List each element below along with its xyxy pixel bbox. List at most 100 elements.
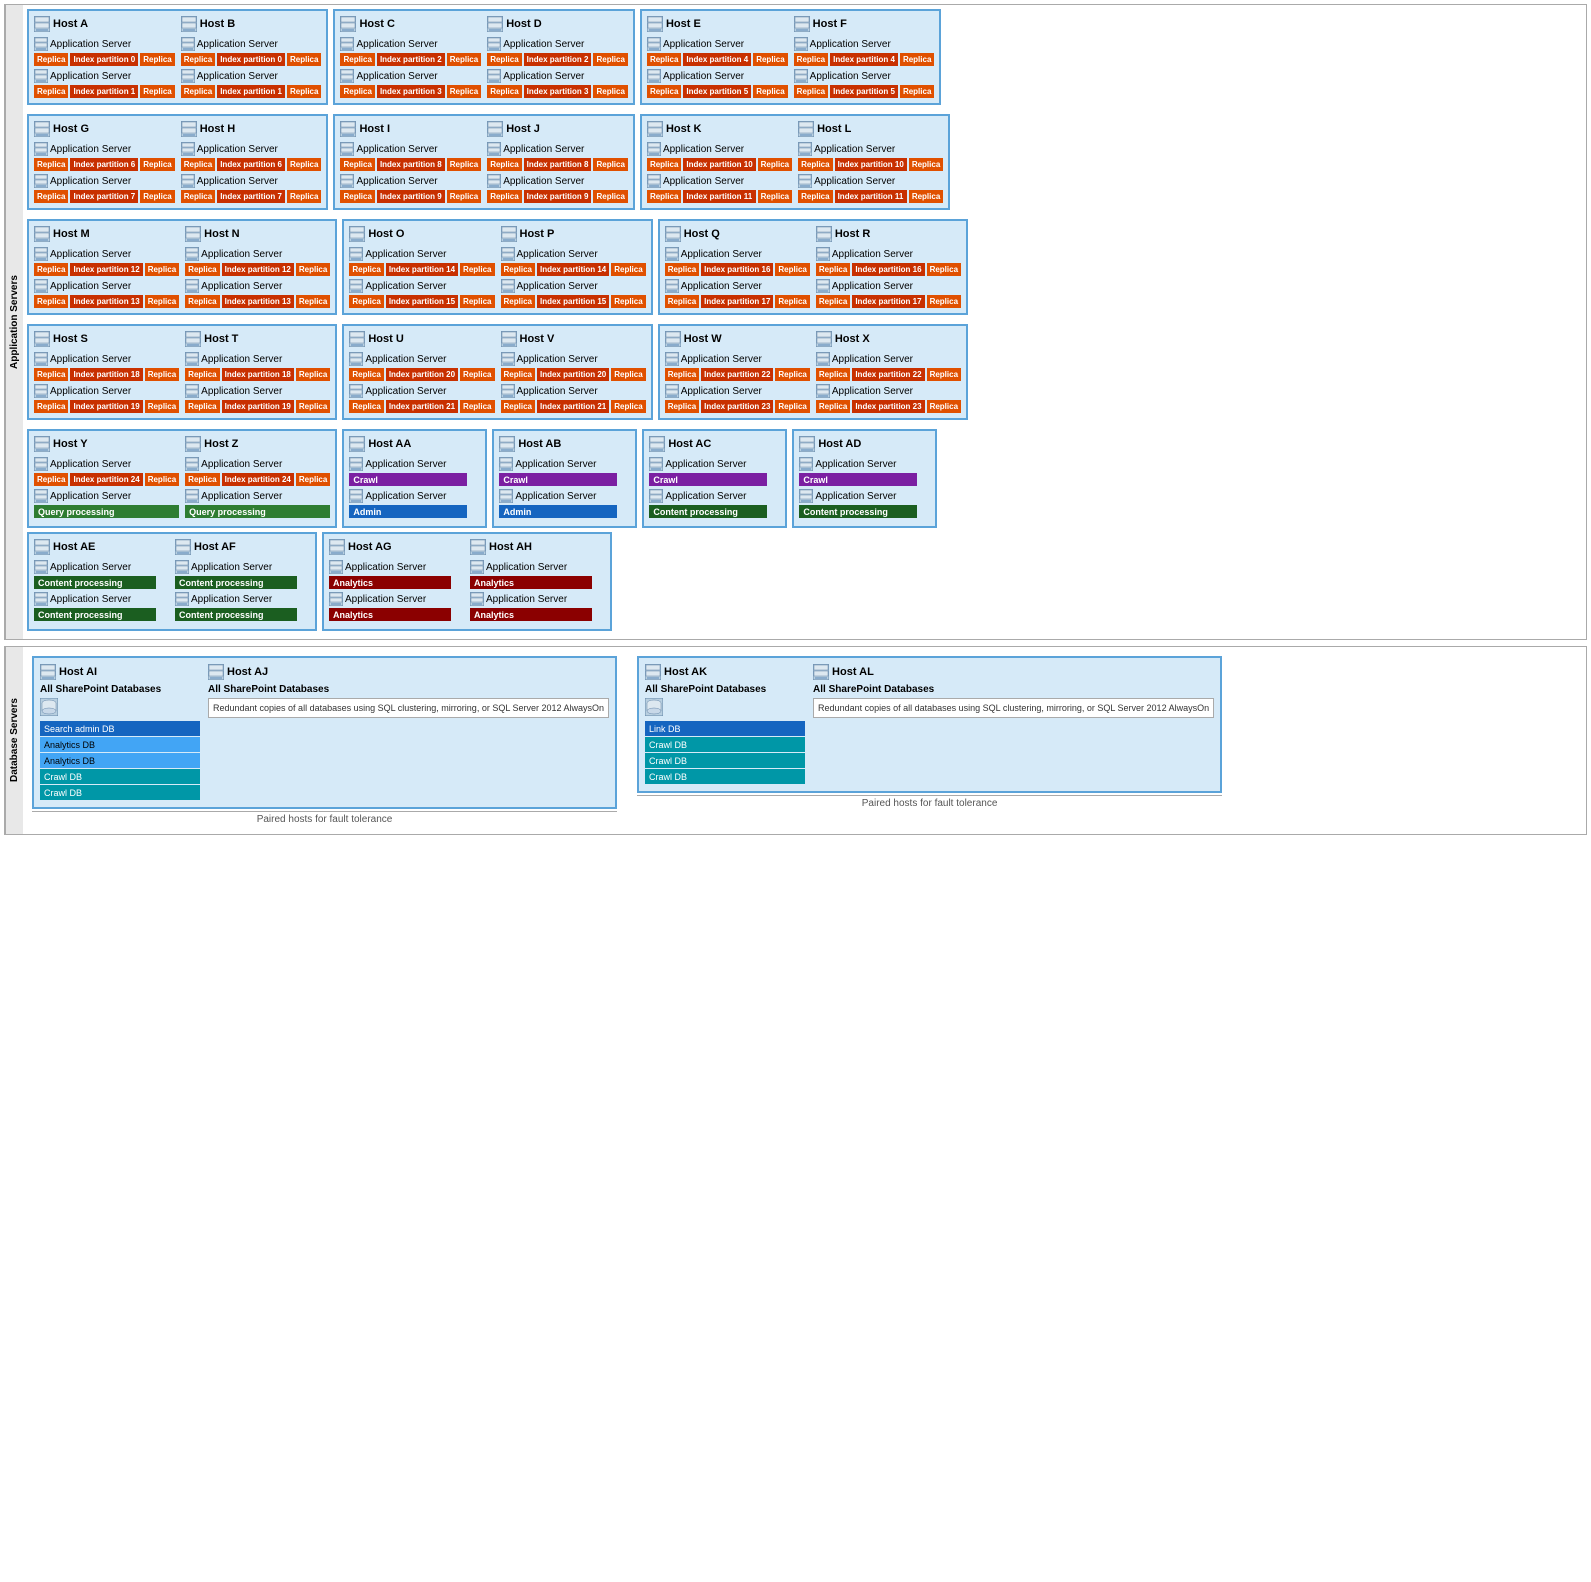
index-partition-badge: Index partition 4 — [683, 53, 751, 66]
db-servers-label: Database Servers — [5, 647, 23, 834]
index-partition-badge: Index partition 8 — [524, 158, 592, 171]
replica-badge: Replica — [349, 400, 383, 413]
index-partition-badge: Index partition 16 — [701, 263, 773, 276]
host-title: Host X — [816, 331, 961, 347]
app-server-label: Application Server — [181, 142, 322, 156]
app-server-block-2: Application ServerReplicaIndex partition… — [816, 384, 961, 413]
host-title: Host A — [34, 16, 175, 32]
index-partition-badge: Index partition 6 — [70, 158, 138, 171]
service-badge: Admin — [349, 505, 467, 518]
index-partition-badge: Index partition 16 — [852, 263, 924, 276]
app-server-label-2: Application Server — [185, 279, 330, 293]
index-partition-badge: Index partition 24 — [222, 473, 294, 486]
index-partition-badge: Index partition 4 — [830, 53, 898, 66]
app-server-block-2: Application ServerReplicaIndex partition… — [181, 69, 322, 98]
host-column: Host K Application ServerReplicaIndex pa… — [647, 121, 792, 203]
app-server-label: Application Server — [647, 142, 792, 156]
host-column: Host P Application ServerReplicaIndex pa… — [501, 226, 646, 308]
service-badge: Content processing — [34, 576, 156, 589]
service-row: ReplicaIndex partition 10Replica — [798, 158, 943, 171]
redundant-info: Redundant copies of all databases using … — [813, 698, 1214, 718]
service-row: ReplicaIndex partition 22Replica — [816, 368, 961, 381]
service-badge: Crawl — [649, 473, 767, 486]
service-row-2: ReplicaIndex partition 13Replica — [34, 295, 179, 308]
app-server-block: Application ServerReplicaIndex partition… — [34, 37, 175, 66]
host-title: Host O — [349, 226, 494, 242]
replica-badge: Replica — [140, 190, 174, 203]
service-badge: Content processing — [799, 505, 917, 518]
host-pair-block: Host W Application ServerReplicaIndex pa… — [658, 324, 968, 420]
service-row: ReplicaIndex partition 12Replica — [34, 263, 179, 276]
service-host-pair: Host AG Application ServerAnalytics Appl… — [322, 532, 612, 631]
service-row: ReplicaIndex partition 12Replica — [185, 263, 330, 276]
replica-badge: Replica — [816, 263, 850, 276]
service-row-2: ReplicaIndex partition 17Replica — [665, 295, 810, 308]
service-row-2: ReplicaIndex partition 7Replica — [181, 190, 322, 203]
service-row-2: ReplicaIndex partition 11Replica — [798, 190, 943, 203]
app-server-label-2: Application Server — [647, 69, 788, 83]
replica-badge: Replica — [145, 295, 179, 308]
service-badge: Content processing — [175, 608, 297, 621]
index-partition-badge: Index partition 18 — [70, 368, 142, 381]
service-badge: Query processing — [185, 505, 330, 518]
index-partition-badge: Index partition 14 — [386, 263, 458, 276]
app-server-label: Application Server — [181, 37, 322, 51]
replica-badge: Replica — [185, 368, 219, 381]
replica-badge: Replica — [775, 295, 809, 308]
app-server-label: Application Server — [665, 247, 810, 261]
app-server-label: Application Server — [794, 37, 935, 51]
index-partition-badge: Index partition 0 — [217, 53, 285, 66]
app-server-block: Application ServerAnalytics — [470, 592, 605, 621]
host-column: Host T Application ServerReplicaIndex pa… — [185, 331, 330, 413]
db-item: Crawl DB — [645, 737, 805, 752]
app-server-block-2: Application ServerReplicaIndex partition… — [647, 69, 788, 98]
app-server-label-2: Application Server — [34, 384, 179, 398]
host-row: Host M Application ServerReplicaIndex pa… — [27, 219, 1582, 320]
host-title: Host B — [181, 16, 322, 32]
replica-badge: Replica — [340, 85, 374, 98]
host-column: Host X Application ServerReplicaIndex pa… — [816, 331, 961, 413]
host-column: Host AE Application ServerContent proces… — [34, 539, 169, 624]
index-partition-badge: Index partition 11 — [683, 190, 755, 203]
replica-badge: Replica — [34, 53, 68, 66]
replica-badge: Replica — [145, 473, 179, 486]
app-server-label-2: Application Server — [501, 384, 646, 398]
db-host-b: Host ALAll SharePoint DatabasesRedundant… — [813, 664, 1214, 785]
replica-badge: Replica — [340, 190, 374, 203]
host-title: Host AB — [499, 436, 630, 452]
service-row: ReplicaIndex partition 2Replica — [487, 53, 628, 66]
host-title: Host AD — [799, 436, 930, 452]
db-host-title: Host AI — [40, 664, 200, 680]
app-server-block: Application ServerAnalytics — [470, 560, 605, 589]
content-analytics-row: Host AE Application ServerContent proces… — [27, 532, 1582, 631]
service-row: ReplicaIndex partition 14Replica — [349, 263, 494, 276]
db-group-label: All SharePoint Databases — [813, 684, 1214, 695]
index-partition-badge: Index partition 1 — [70, 85, 138, 98]
app-server-label: Application Server — [340, 142, 481, 156]
index-partition-badge: Index partition 21 — [537, 400, 609, 413]
replica-badge: Replica — [296, 473, 330, 486]
replica-badge: Replica — [487, 158, 521, 171]
replica-badge: Replica — [34, 368, 68, 381]
replica-badge: Replica — [140, 85, 174, 98]
app-server-label: Application Server — [34, 247, 179, 261]
db-host-title: Host AK — [645, 664, 805, 680]
db-item: Crawl DB — [40, 769, 200, 784]
app-server-label-2: Application Server — [647, 174, 792, 188]
app-server-block: Application ServerReplicaIndex partition… — [185, 247, 330, 276]
app-server-block: Application ServerAnalytics — [329, 560, 464, 589]
service-row: ReplicaIndex partition 18Replica — [185, 368, 330, 381]
replica-badge: Replica — [140, 53, 174, 66]
single-host-box: Host AD Application ServerCrawl Applicat… — [792, 429, 937, 528]
host-title: Host M — [34, 226, 179, 242]
service-badge: Analytics — [329, 608, 451, 621]
replica-badge: Replica — [758, 190, 792, 203]
host-column: Host I Application ServerReplicaIndex pa… — [340, 121, 481, 203]
host-title: Host AF — [175, 539, 310, 555]
service-row: ReplicaIndex partition 20Replica — [349, 368, 494, 381]
replica-badge: Replica — [798, 158, 832, 171]
host-pair-block: Host E Application ServerReplicaIndex pa… — [640, 9, 941, 105]
service-row: ReplicaIndex partition 2Replica — [340, 53, 481, 66]
app-server-label-2: Application Server — [181, 174, 322, 188]
replica-badge: Replica — [900, 85, 934, 98]
